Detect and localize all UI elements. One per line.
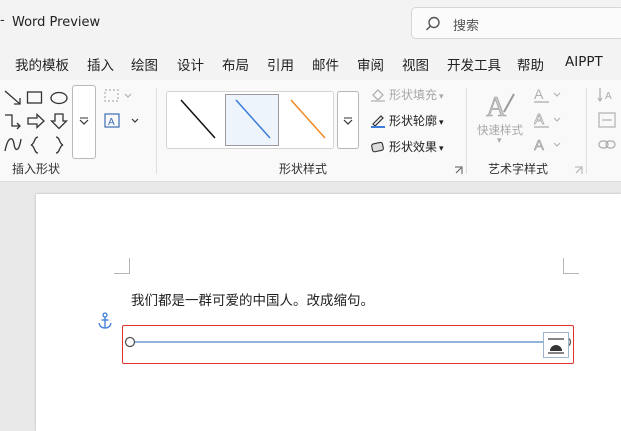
- text-fill-button[interactable]: A: [534, 86, 564, 104]
- line-start-handle[interactable]: [124, 336, 136, 348]
- text-outline-icon: A: [534, 111, 561, 128]
- style-orange-line[interactable]: [280, 94, 334, 146]
- curve-shape-icon[interactable]: [3, 136, 23, 154]
- text-outline-button[interactable]: A: [534, 110, 564, 130]
- text-direction-icon[interactable]: A: [597, 86, 621, 104]
- right-brace-icon[interactable]: [52, 135, 66, 155]
- shape-styles-dialog-launcher-icon[interactable]: [454, 166, 463, 175]
- group-divider: [586, 88, 587, 174]
- svg-text:A: A: [108, 117, 115, 128]
- shapes-gallery-expand-button[interactable]: [72, 85, 96, 159]
- search-icon: [425, 16, 440, 31]
- search-placeholder: 搜索: [453, 19, 480, 34]
- document-page[interactable]: 我们都是一群可爱的中国人。改成缩句。: [36, 194, 621, 431]
- wordart-dialog-launcher-icon[interactable]: [574, 166, 583, 175]
- tab-design[interactable]: 设计: [177, 54, 204, 74]
- svg-text:A: A: [534, 111, 544, 128]
- svg-text:A: A: [486, 92, 507, 122]
- svg-text:A: A: [534, 137, 544, 154]
- styles-gallery-expand-button[interactable]: [337, 91, 359, 149]
- elbow-connector-icon[interactable]: [3, 112, 23, 130]
- crop-mark-top-right: [563, 258, 579, 274]
- style-blue-line[interactable]: [225, 94, 279, 146]
- wordart-a-icon: A: [486, 92, 515, 122]
- layout-options-button[interactable]: [543, 332, 569, 358]
- shape-styles-group-label: 形状样式: [279, 162, 328, 176]
- document-paragraph[interactable]: 我们都是一群可爱的中国人。改成缩句。: [131, 289, 374, 309]
- chevron-down-icon: [343, 117, 353, 125]
- rectangle-shape-icon[interactable]: [26, 90, 44, 106]
- text-fill-icon: A: [534, 86, 561, 103]
- quick-styles-button[interactable]: A 快速样式 ▾: [474, 86, 528, 152]
- tab-help[interactable]: 帮助: [517, 54, 544, 74]
- style-black-line[interactable]: [169, 94, 223, 146]
- search-box[interactable]: 搜索: [411, 7, 621, 39]
- ribbon: A 插入形状 形状填充 ▾ 形状轮廓 ▾ 形状效果 ▾ 形状样式 A 快速样式 …: [0, 80, 621, 182]
- layout-options-icon: [548, 338, 564, 354]
- chevron-down-icon: [79, 117, 89, 125]
- window-dash: -: [0, 13, 5, 28]
- tab-draw[interactable]: 绘图: [131, 54, 158, 74]
- shape-outline-label: 形状轮廓: [389, 114, 438, 128]
- align-text-icon[interactable]: [597, 111, 621, 129]
- group-divider: [156, 88, 157, 174]
- selected-line-shape[interactable]: [122, 325, 574, 364]
- shape-fill-button[interactable]: 形状填充 ▾: [370, 86, 444, 103]
- right-arrow-shape-icon[interactable]: [26, 113, 46, 129]
- shape-fill-label: 形状填充: [389, 88, 438, 102]
- window-title: Word Preview: [12, 15, 101, 30]
- group-divider: [466, 88, 467, 174]
- shape-outline-button[interactable]: 形状轮廓 ▾: [370, 112, 444, 129]
- tab-references[interactable]: 引用: [267, 54, 294, 74]
- tab-aippt[interactable]: AIPPT: [565, 54, 603, 70]
- shape-effects-button[interactable]: 形状效果 ▾: [370, 138, 444, 155]
- tab-insert[interactable]: 插入: [87, 54, 114, 74]
- document-area: 我们都是一群可爱的中国人。改成缩句。: [0, 182, 621, 431]
- text-box-icon[interactable]: A: [103, 112, 141, 130]
- edit-shape-icon[interactable]: [103, 88, 133, 104]
- anchor-icon[interactable]: [97, 312, 113, 330]
- shape-effects-icon: [371, 141, 384, 153]
- tab-my-templates[interactable]: 我的模板: [15, 54, 69, 74]
- title-bar: - Word Preview 搜索: [0, 0, 621, 46]
- paint-bucket-icon: [371, 89, 385, 102]
- tab-view[interactable]: 视图: [402, 54, 429, 74]
- tab-developer[interactable]: 开发工具: [447, 54, 501, 74]
- create-link-icon[interactable]: [597, 136, 621, 154]
- shape-effects-label: 形状效果: [389, 140, 438, 154]
- tab-layout[interactable]: 布局: [222, 54, 249, 74]
- line-arrow-shape-icon[interactable]: [3, 89, 23, 107]
- oval-shape-icon[interactable]: [49, 90, 69, 106]
- tab-review[interactable]: 审阅: [357, 54, 384, 74]
- insert-shapes-group-label: 插入形状: [12, 162, 61, 176]
- down-arrow-shape-icon[interactable]: [50, 112, 68, 130]
- menu-bar: 我的模板 插入 绘图 设计 布局 引用 邮件 审阅 视图 开发工具 帮助 AIP…: [0, 46, 621, 80]
- svg-text:A: A: [605, 91, 612, 102]
- crop-mark-top-left: [114, 258, 130, 274]
- left-brace-icon[interactable]: [28, 135, 42, 155]
- chevron-down-icon: ▾: [497, 136, 502, 146]
- text-effects-icon: A: [534, 137, 561, 154]
- text-effects-button[interactable]: A: [534, 135, 564, 155]
- wordart-styles-group-label: 艺术字样式: [488, 162, 549, 176]
- pen-outline-icon: [371, 115, 385, 128]
- svg-text:A: A: [534, 86, 544, 102]
- tab-mailings[interactable]: 邮件: [312, 54, 339, 74]
- shape-styles-gallery: [166, 91, 334, 149]
